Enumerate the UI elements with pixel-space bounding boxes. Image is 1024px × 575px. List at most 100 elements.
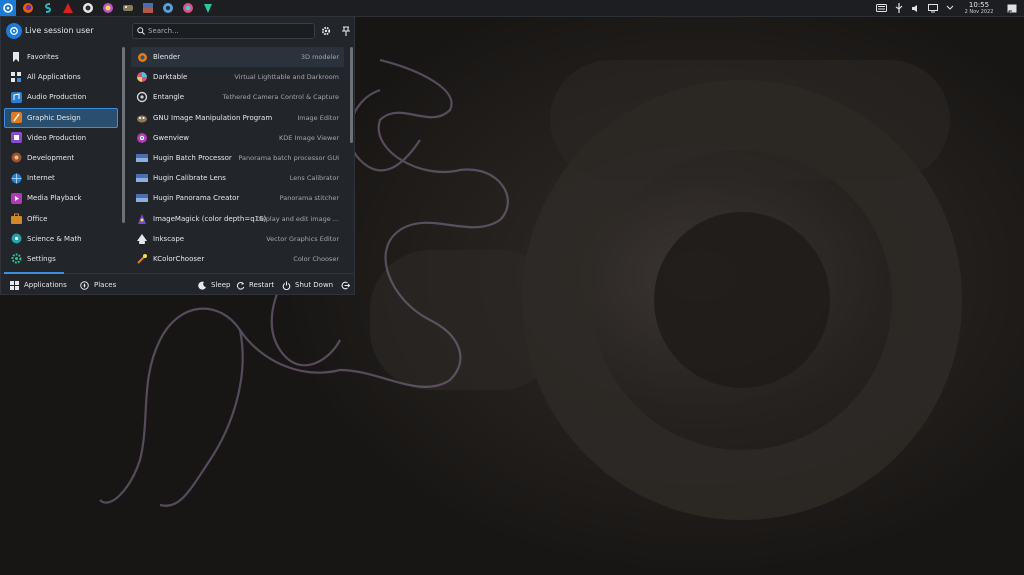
tab-applications[interactable]: Applications <box>10 277 67 293</box>
active-tab-indicator <box>4 272 64 274</box>
category-label: Media Playback <box>27 194 82 203</box>
category-graphic-design[interactable]: Graphic Design <box>4 107 118 128</box>
app-name: Blender <box>153 53 181 61</box>
category-scrollbar[interactable] <box>122 47 125 223</box>
app-name: Hugin Calibrate Lens <box>153 174 226 183</box>
display-icon[interactable] <box>924 0 941 16</box>
app-darktable[interactable]: Darktable Virtual Lighttable and Darkroo… <box>131 67 344 87</box>
category-all-applications[interactable]: All Applications <box>4 67 118 87</box>
app-kcolorchooser[interactable]: KColorChooser Color Chooser <box>131 249 344 269</box>
app-description: Color Chooser <box>293 254 339 263</box>
category-label: Settings <box>27 254 56 263</box>
avatar[interactable] <box>6 23 22 39</box>
app-description: Panorama batch processor GUI <box>238 153 339 162</box>
category-internet[interactable]: Internet <box>4 168 118 188</box>
app-name: Darktable <box>153 73 188 82</box>
category-development[interactable]: Development <box>4 148 118 168</box>
action-label: Sleep <box>211 281 231 289</box>
krita-icon[interactable] <box>198 0 218 16</box>
restart-icon <box>236 281 245 290</box>
category-settings[interactable]: Settings <box>4 249 118 269</box>
category-label: Development <box>27 153 75 162</box>
restart-button[interactable]: Restart <box>236 277 274 293</box>
blender-icon <box>136 51 148 63</box>
application-launcher-menu: Live session user Favorites All Applicat… <box>0 16 355 295</box>
darktable-icon[interactable] <box>178 0 198 16</box>
firefox-icon[interactable] <box>18 0 38 16</box>
color-app-icon[interactable] <box>98 0 118 16</box>
app-description: Virtual Lighttable and Darkroom <box>234 73 339 82</box>
app-name: Gwenview <box>153 133 190 142</box>
gradient-app-icon[interactable] <box>138 0 158 16</box>
app-description: Tethered Camera Control & Capture <box>222 93 339 102</box>
category-label: Science & Math <box>27 234 82 243</box>
app-name: Entangle <box>153 93 185 102</box>
category-audio-production[interactable]: Audio Production <box>4 87 118 107</box>
gimp-icon <box>136 112 148 124</box>
action-label: Shut Down <box>295 281 334 289</box>
app-imagemagick[interactable]: ImageMagick (color depth=q16) Display an… <box>131 209 344 229</box>
configure-button[interactable] <box>319 24 333 38</box>
show-desktop-icon[interactable] <box>1000 0 1024 16</box>
category-label: All Applications <box>27 73 81 82</box>
moon-icon <box>198 281 206 290</box>
gimp-icon[interactable] <box>118 0 138 16</box>
app-hugin-calibrate[interactable]: Hugin Calibrate Lens Lens Calibrator <box>131 168 344 188</box>
keyboard-icon[interactable] <box>873 0 890 16</box>
atom-icon <box>10 233 22 245</box>
power-icon <box>282 281 291 290</box>
sleep-button[interactable]: Sleep <box>198 277 230 293</box>
app-inkscape[interactable]: Inkscape Vector Graphics Editor <box>131 229 344 249</box>
category-media-playback[interactable]: Media Playback <box>4 188 118 208</box>
pin-button[interactable] <box>339 24 353 38</box>
menu-header: Live session user <box>1 17 354 45</box>
app-blender[interactable]: Blender 3D modeler <box>131 47 344 67</box>
app-gimp[interactable]: GNU Image Manipulation Program Image Edi… <box>131 108 344 128</box>
app-name: ImageMagick (color depth=q16) <box>153 214 267 223</box>
pin-icon <box>342 26 350 36</box>
app-hugin-panorama[interactable]: Hugin Panorama Creator Panorama stitcher <box>131 188 344 208</box>
category-science-math[interactable]: Science & Math <box>4 229 118 249</box>
globe-icon <box>10 172 22 184</box>
gwenview-icon <box>136 132 148 144</box>
apps-grid-icon <box>10 280 19 290</box>
obs-icon[interactable] <box>78 0 98 16</box>
top-panel: 10:55 2 Nov 2022 <box>0 0 1024 17</box>
tab-label: Places <box>94 281 117 289</box>
tab-places[interactable]: Places <box>80 277 116 293</box>
volume-icon[interactable] <box>907 0 924 16</box>
category-label: Favorites <box>27 53 59 61</box>
leave-button[interactable] <box>341 277 350 293</box>
ardour-icon[interactable] <box>58 0 78 16</box>
shutdown-button[interactable]: Shut Down <box>282 277 333 293</box>
category-favorites[interactable]: Favorites <box>4 47 118 67</box>
category-label: Office <box>27 214 48 223</box>
search-field[interactable] <box>132 23 315 39</box>
hugin-icon <box>136 172 148 184</box>
application-launcher-button[interactable] <box>0 0 16 16</box>
app-gwenview[interactable]: Gwenview KDE Image Viewer <box>131 128 344 148</box>
chevron-up-icon[interactable] <box>941 0 958 16</box>
app-description: Display and edit image ... <box>255 214 339 223</box>
grid-icon <box>10 71 22 83</box>
category-video-production[interactable]: Video Production <box>4 128 118 148</box>
launcher-icon <box>3 3 13 13</box>
darktable-icon <box>136 71 148 83</box>
application-scrollbar[interactable] <box>350 47 353 143</box>
app-name: GNU Image Manipulation Program <box>153 113 273 122</box>
menu-footer: Applications Places Sleep Restart Shut D… <box>1 272 354 295</box>
scribus-icon[interactable] <box>38 0 58 16</box>
app-hugin-batch[interactable]: Hugin Batch Processor Panorama batch pro… <box>131 148 344 168</box>
app-name: Hugin Batch Processor <box>153 153 232 162</box>
logout-icon <box>341 281 350 289</box>
category-office[interactable]: Office <box>4 209 118 229</box>
search-input[interactable] <box>148 27 308 35</box>
color-picker-icon <box>136 253 148 265</box>
digital-clock[interactable]: 10:55 2 Nov 2022 <box>958 0 1000 16</box>
camera-app-icon[interactable] <box>158 0 178 16</box>
usb-icon[interactable] <box>890 0 907 16</box>
app-entangle[interactable]: Entangle Tethered Camera Control & Captu… <box>131 87 344 107</box>
inkscape-icon <box>136 233 148 245</box>
app-description: Panorama stitcher <box>279 194 339 203</box>
audio-icon <box>10 91 22 103</box>
